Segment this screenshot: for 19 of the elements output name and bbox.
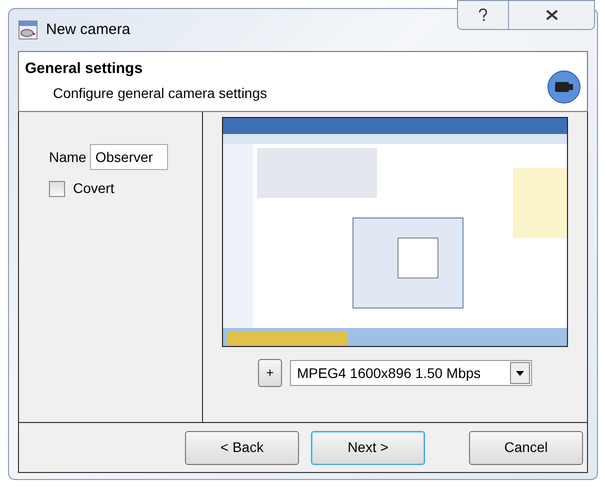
window-title: New camera (46, 20, 130, 40)
covert-label: Covert (73, 179, 114, 198)
camera-icon (547, 70, 581, 104)
camera-window-icon (18, 20, 38, 40)
help-icon (478, 8, 488, 22)
covert-checkbox[interactable] (49, 180, 65, 196)
back-button[interactable]: < Back (185, 430, 299, 464)
next-button[interactable]: Next > (311, 430, 425, 464)
name-field[interactable]: Observer (90, 144, 168, 170)
help-button[interactable] (457, 0, 509, 30)
close-button[interactable] (509, 0, 595, 30)
page-title: General settings (25, 59, 144, 79)
stream-dropdown[interactable]: MPEG4 1600x896 1.50 Mbps (290, 360, 532, 386)
add-button[interactable]: + (258, 359, 282, 387)
page-subtitle: Configure general camera settings (52, 84, 268, 103)
dropdown-arrow-icon (516, 370, 524, 376)
name-label: Name (49, 148, 86, 166)
close-icon (544, 9, 558, 21)
cancel-button[interactable]: Cancel (469, 430, 583, 464)
